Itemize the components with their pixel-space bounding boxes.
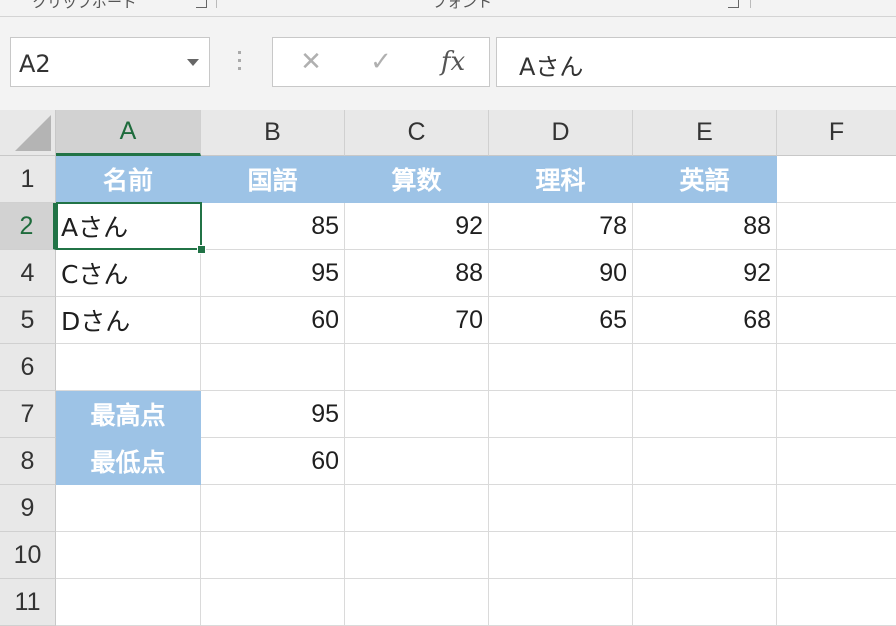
column-header-a[interactable]: A — [56, 110, 201, 156]
cell-d6[interactable] — [489, 344, 633, 391]
cell-b9[interactable] — [201, 485, 345, 532]
cell-e11[interactable] — [633, 579, 777, 626]
drag-handle-icon[interactable] — [238, 51, 242, 75]
clipboard-group-label: クリップボード — [32, 0, 138, 11]
formula-content: Aさん — [519, 53, 584, 81]
cell-e6[interactable] — [633, 344, 777, 391]
row-header-9[interactable]: 9 — [0, 485, 56, 532]
cell-f6[interactable] — [777, 344, 896, 391]
cell-e7[interactable] — [633, 391, 777, 438]
column-header-f[interactable]: F — [777, 110, 896, 156]
chevron-down-icon[interactable] — [187, 59, 199, 66]
insert-function-icon[interactable]: fx — [423, 38, 483, 86]
cell-b11[interactable] — [201, 579, 345, 626]
column-header-e[interactable]: E — [633, 110, 777, 156]
cell-b2[interactable]: 85 — [201, 203, 345, 250]
cell-a10[interactable] — [56, 532, 201, 579]
font-launcher-icon[interactable] — [728, 0, 739, 8]
cell-d8[interactable] — [489, 438, 633, 485]
cell-e4[interactable]: 92 — [633, 250, 777, 297]
column-header-d[interactable]: D — [489, 110, 633, 156]
cell-c10[interactable] — [345, 532, 489, 579]
cell-c4[interactable]: 88 — [345, 250, 489, 297]
cell-d10[interactable] — [489, 532, 633, 579]
cell-f5[interactable] — [777, 297, 896, 344]
cell-b8[interactable]: 60 — [201, 438, 345, 485]
cell-c6[interactable] — [345, 344, 489, 391]
cell-e2[interactable]: 88 — [633, 203, 777, 250]
row-header-7[interactable]: 7 — [0, 391, 56, 438]
formula-input[interactable]: Aさん — [496, 37, 896, 87]
cell-c7[interactable] — [345, 391, 489, 438]
row-header-8[interactable]: 8 — [0, 438, 56, 485]
cell-b6[interactable] — [201, 344, 345, 391]
cell-a5[interactable]: Dさん — [56, 297, 201, 344]
column-header-c[interactable]: C — [345, 110, 489, 156]
cell-a11[interactable] — [56, 579, 201, 626]
cell-c9[interactable] — [345, 485, 489, 532]
cell-d9[interactable] — [489, 485, 633, 532]
cell-a2[interactable]: Aさん — [56, 203, 201, 250]
cell-b7[interactable]: 95 — [201, 391, 345, 438]
formula-buttons: ✕ ✓ fx — [272, 37, 490, 87]
cell-a6[interactable] — [56, 344, 201, 391]
cell-e10[interactable] — [633, 532, 777, 579]
cell-a1[interactable]: 名前 — [56, 156, 201, 203]
cell-f4[interactable] — [777, 250, 896, 297]
cell-f7[interactable] — [777, 391, 896, 438]
fill-handle[interactable] — [197, 245, 206, 254]
cell-b1[interactable]: 国語 — [201, 156, 345, 203]
column-header-b[interactable]: B — [201, 110, 345, 156]
ribbon-separator — [216, 0, 217, 8]
cell-f9[interactable] — [777, 485, 896, 532]
row-header-10[interactable]: 10 — [0, 532, 56, 579]
cell-f1[interactable] — [777, 156, 896, 203]
cell-f11[interactable] — [777, 579, 896, 626]
ribbon: クリップボード フォント — [0, 0, 896, 17]
row-header-4[interactable]: 4 — [0, 250, 56, 297]
name-box-value: A2 — [19, 50, 51, 78]
cell-b5[interactable]: 60 — [201, 297, 345, 344]
cell-f2[interactable] — [777, 203, 896, 250]
cancel-icon[interactable]: ✕ — [281, 38, 341, 86]
cell-d1[interactable]: 理科 — [489, 156, 633, 203]
font-group-label: フォント — [432, 0, 493, 11]
enter-icon[interactable]: ✓ — [351, 38, 411, 86]
cell-b10[interactable] — [201, 532, 345, 579]
cell-e9[interactable] — [633, 485, 777, 532]
cell-b4[interactable]: 95 — [201, 250, 345, 297]
row-header-6[interactable]: 6 — [0, 344, 56, 391]
cell-c1[interactable]: 算数 — [345, 156, 489, 203]
row-header-11[interactable]: 11 — [0, 579, 56, 626]
cell-a9[interactable] — [56, 485, 201, 532]
cell-a4[interactable]: Cさん — [56, 250, 201, 297]
cell-c11[interactable] — [345, 579, 489, 626]
row-header-2[interactable]: 2 — [0, 203, 56, 250]
cell-c5[interactable]: 70 — [345, 297, 489, 344]
cell-d4[interactable]: 90 — [489, 250, 633, 297]
row-header-5[interactable]: 5 — [0, 297, 56, 344]
row-header-1[interactable]: 1 — [0, 156, 56, 203]
formula-bar-area: A2 ✕ ✓ fx Aさん — [0, 17, 896, 110]
name-box[interactable]: A2 — [10, 37, 210, 87]
cell-d7[interactable] — [489, 391, 633, 438]
cell-f8[interactable] — [777, 438, 896, 485]
clipboard-launcher-icon[interactable] — [196, 0, 207, 8]
cell-e5[interactable]: 68 — [633, 297, 777, 344]
cell-a7[interactable]: 最高点 — [56, 391, 201, 438]
cell-a8[interactable]: 最低点 — [56, 438, 201, 485]
select-all-icon — [15, 115, 51, 151]
cell-f10[interactable] — [777, 532, 896, 579]
cell-d11[interactable] — [489, 579, 633, 626]
cell-e1[interactable]: 英語 — [633, 156, 777, 203]
cell-c8[interactable] — [345, 438, 489, 485]
ribbon-separator — [750, 0, 751, 8]
cell-e8[interactable] — [633, 438, 777, 485]
cell-d2[interactable]: 78 — [489, 203, 633, 250]
cell-c2[interactable]: 92 — [345, 203, 489, 250]
cell-d5[interactable]: 65 — [489, 297, 633, 344]
select-all-button[interactable] — [0, 110, 56, 156]
